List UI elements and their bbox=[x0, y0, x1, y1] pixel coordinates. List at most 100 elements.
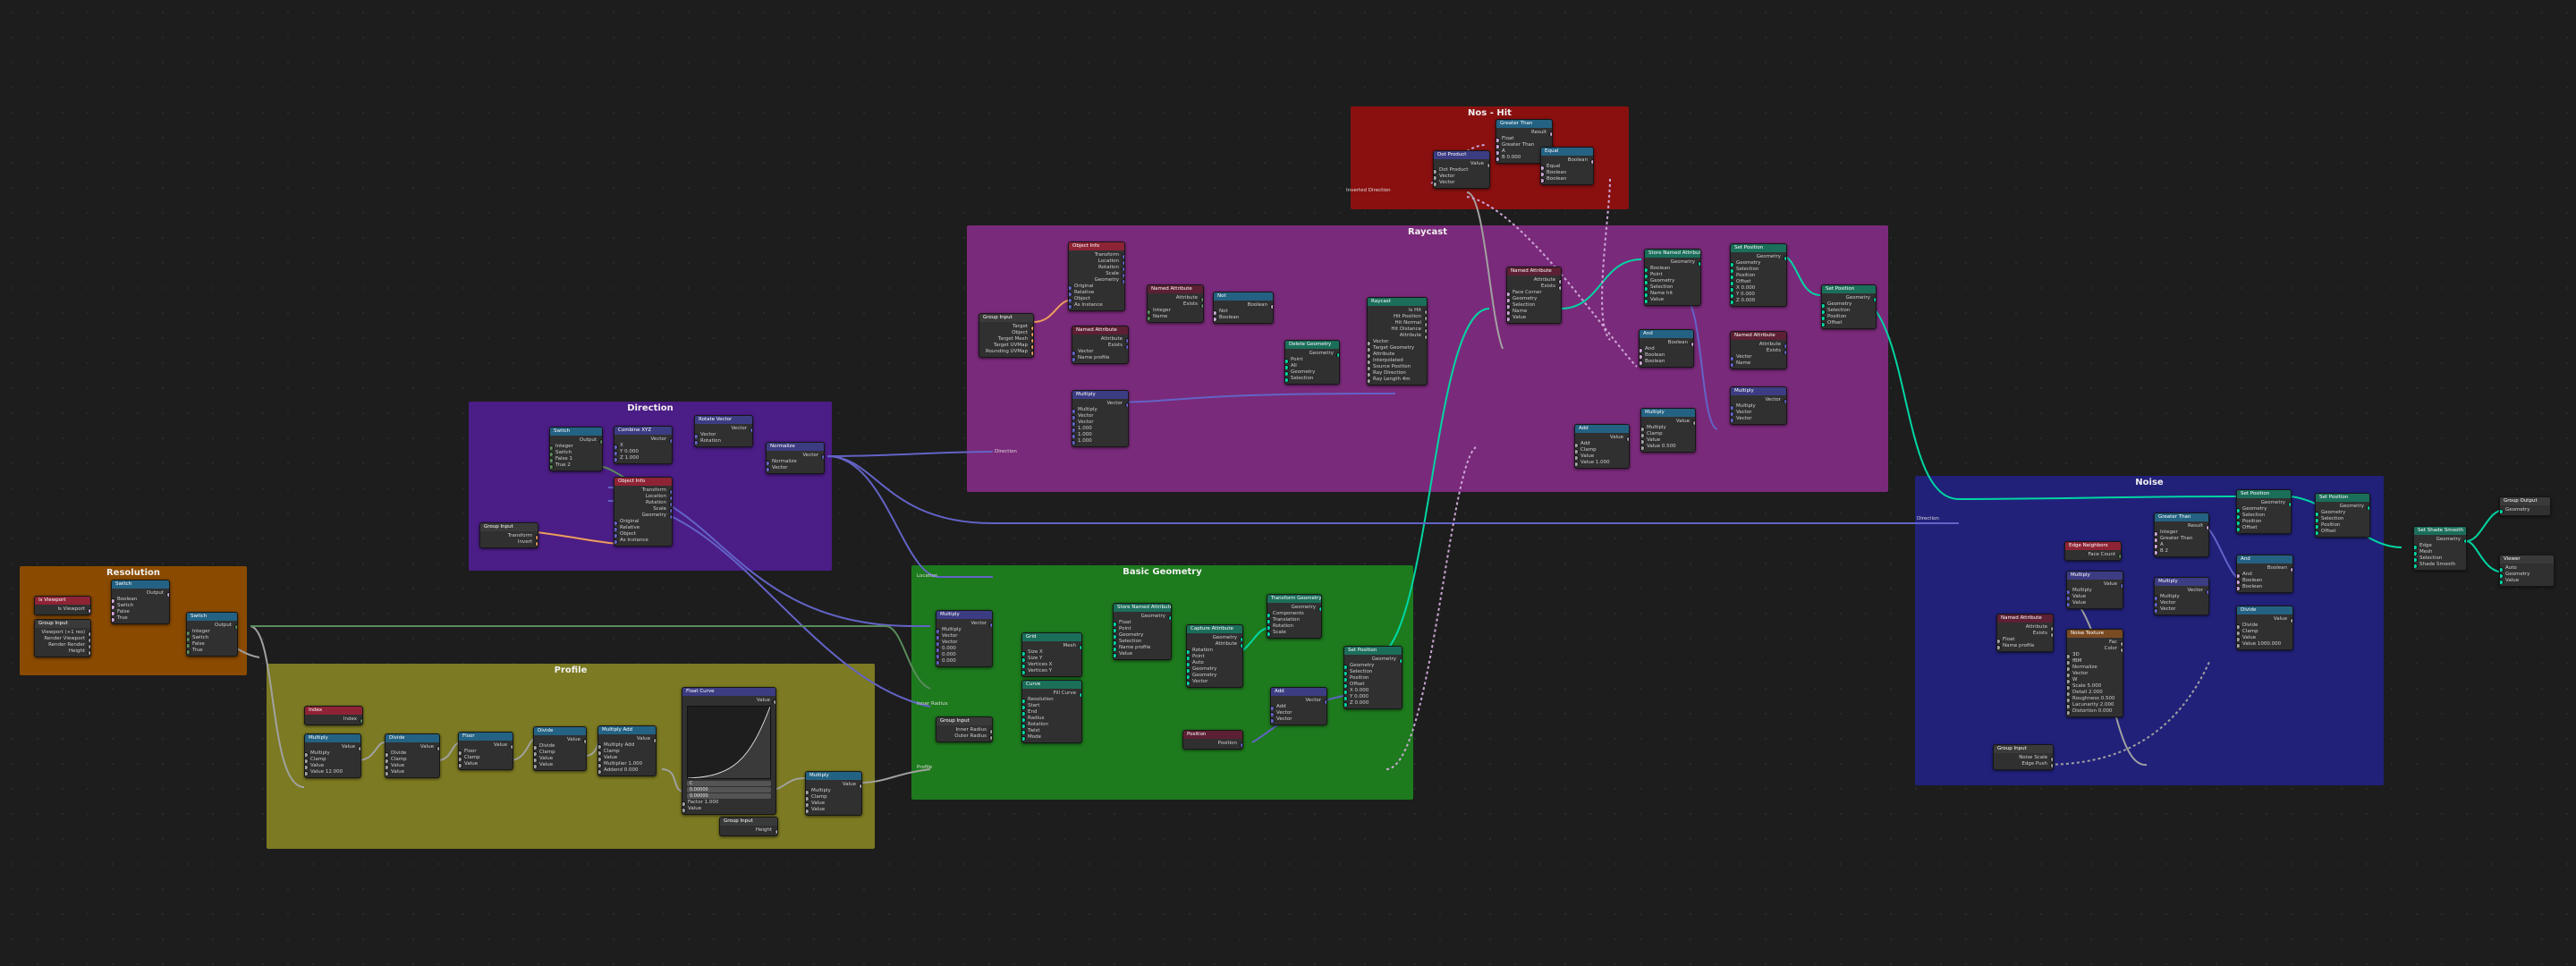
socket-row[interactable]: Geometry bbox=[1731, 260, 1786, 267]
node-header[interactable]: Is Viewport bbox=[35, 597, 90, 605]
socket-icon[interactable] bbox=[187, 648, 191, 654]
socket-icon[interactable] bbox=[550, 463, 554, 469]
socket-row[interactable]: Target Mesh bbox=[979, 336, 1033, 343]
socket-icon[interactable] bbox=[2237, 585, 2241, 590]
socket-row[interactable]: Attribute bbox=[1187, 641, 1242, 648]
socket-row[interactable]: Vector bbox=[1072, 419, 1128, 426]
socket-row[interactable]: Output bbox=[112, 590, 169, 597]
socket-row[interactable]: Geometry bbox=[1507, 296, 1561, 302]
node-header[interactable]: Grid bbox=[1022, 633, 1081, 641]
node-header[interactable]: Divide bbox=[386, 734, 439, 742]
socket-row[interactable]: Vector bbox=[2155, 606, 2208, 613]
socket-row[interactable]: Vector bbox=[936, 621, 992, 627]
socket-icon[interactable] bbox=[2049, 762, 2053, 767]
node-header[interactable]: Multiply bbox=[1731, 387, 1786, 395]
node-header[interactable]: Object Info bbox=[614, 478, 672, 486]
socket-row[interactable]: Multiply bbox=[1731, 403, 1786, 410]
socket-row[interactable]: Output bbox=[187, 623, 237, 629]
node-out-shade-smooth[interactable]: Set Shade Smooth Geometry Edge Mesh Selectio… bbox=[2413, 526, 2467, 571]
socket-icon[interactable] bbox=[2067, 601, 2071, 606]
node-header[interactable]: Multiply bbox=[806, 772, 861, 780]
socket-icon[interactable] bbox=[1114, 652, 1117, 657]
socket-row[interactable]: Switch bbox=[187, 635, 237, 641]
socket-row[interactable]: Float bbox=[1114, 620, 1171, 626]
socket-icon[interactable] bbox=[1069, 303, 1072, 309]
node-rc-and[interactable]: And Boolean And Boolean Boolean bbox=[1639, 329, 1694, 368]
socket-row[interactable]: Fill Curve bbox=[1022, 691, 1081, 697]
socket-row[interactable]: Output bbox=[550, 437, 602, 444]
socket-icon[interactable] bbox=[1496, 156, 1500, 161]
socket-row[interactable]: Value bbox=[1641, 419, 1695, 425]
node-header[interactable]: Multiply bbox=[1641, 409, 1695, 417]
node-nz-group-input[interactable]: Group Input Noise Scale Edge Push bbox=[1993, 744, 2054, 770]
socket-row[interactable]: Scale bbox=[614, 506, 672, 513]
node-header[interactable]: Multiply bbox=[936, 611, 992, 619]
socket-row[interactable]: Geometry bbox=[2500, 572, 2554, 578]
socket-row[interactable]: Clamp bbox=[1641, 431, 1695, 437]
socket-row[interactable]: Multiply bbox=[2067, 588, 2123, 594]
socket-row[interactable]: 0.000 bbox=[936, 652, 992, 658]
socket-row[interactable]: Value bbox=[534, 737, 586, 743]
socket-row[interactable]: Selection bbox=[1731, 267, 1786, 273]
node-bg-group-input[interactable]: Group Input Inner Radius Outer Radius bbox=[936, 716, 993, 742]
node-header[interactable]: Named Attribute bbox=[1072, 326, 1128, 335]
node-rc-store1[interactable]: Store Named Attribute Geometry Boolean Poin… bbox=[1644, 249, 1701, 306]
socket-row[interactable]: Vector bbox=[936, 640, 992, 646]
socket-row[interactable]: Roughness 0.500 bbox=[2067, 696, 2123, 702]
socket-icon[interactable] bbox=[2155, 607, 2158, 613]
socket-row[interactable]: Y 0.000 bbox=[1344, 694, 1402, 700]
socket-row[interactable]: X 0.000 bbox=[1731, 285, 1786, 292]
socket-icon[interactable] bbox=[682, 807, 686, 812]
socket-icon[interactable] bbox=[1645, 298, 1648, 303]
socket-row[interactable]: Transform bbox=[480, 533, 538, 539]
socket-row[interactable]: Vector bbox=[1072, 413, 1128, 419]
socket-icon[interactable] bbox=[1022, 735, 1026, 741]
socket-row[interactable]: End bbox=[1022, 709, 1081, 716]
node-nz-and[interactable]: And Boolean And Boolean Boolean bbox=[2236, 555, 2293, 593]
socket-row[interactable]: False 1 bbox=[550, 456, 602, 462]
socket-row[interactable]: Exists bbox=[1148, 301, 1203, 308]
socket-row[interactable]: Mode bbox=[1022, 734, 1081, 741]
socket-row[interactable]: Exists bbox=[1997, 631, 2053, 637]
socket-row[interactable]: Geometry bbox=[1114, 614, 1171, 620]
socket-row[interactable]: Name profile bbox=[1114, 645, 1171, 651]
socket-row[interactable]: Integer bbox=[1148, 308, 1203, 314]
socket-row[interactable]: Value bbox=[1507, 315, 1561, 321]
socket-row[interactable]: Result bbox=[2155, 523, 2208, 530]
socket-row[interactable]: Value bbox=[1641, 437, 1695, 444]
socket-row[interactable]: Transform bbox=[614, 487, 672, 494]
socket-row[interactable]: Value bbox=[598, 755, 656, 761]
socket-row[interactable]: Scale 5.000 bbox=[2067, 683, 2123, 690]
socket-row[interactable]: Location bbox=[1069, 258, 1124, 265]
socket-row[interactable]: Clamp bbox=[2237, 629, 2292, 635]
node-prof-group-input[interactable]: Group Input Height bbox=[719, 817, 778, 836]
socket-row[interactable]: Position bbox=[1822, 314, 1876, 320]
socket-row[interactable]: Selection bbox=[2316, 516, 2369, 522]
socket-icon[interactable] bbox=[1541, 177, 1545, 182]
socket-row[interactable]: Color bbox=[2067, 646, 2123, 652]
socket-row[interactable]: Z 1.000 bbox=[614, 455, 672, 462]
node-bg-set-position[interactable]: Set Position Geometry Geometry Selection Pos… bbox=[1343, 646, 1402, 709]
socket-row[interactable]: Value bbox=[1434, 161, 1489, 167]
socket-row[interactable]: Clamp bbox=[806, 794, 861, 801]
socket-row[interactable]: Multiply bbox=[1072, 407, 1128, 413]
socket-row[interactable]: Fac bbox=[2067, 640, 2123, 646]
socket-row[interactable]: Multiply bbox=[2155, 594, 2208, 600]
socket-row[interactable]: Vector bbox=[936, 633, 992, 640]
socket-row[interactable]: Dot Product bbox=[1434, 167, 1489, 174]
socket-row[interactable]: Value bbox=[2237, 616, 2292, 623]
socket-row[interactable]: Geometry bbox=[1187, 666, 1242, 673]
socket-row[interactable]: Vector bbox=[1072, 401, 1128, 407]
socket-row[interactable]: Float bbox=[1496, 136, 1552, 142]
socket-row[interactable]: Auto bbox=[2500, 565, 2554, 572]
socket-row[interactable]: Value bbox=[1645, 297, 1700, 303]
node-nz-multiply[interactable]: Multiply Value Multiply Value Value bbox=[2066, 571, 2123, 609]
socket-row[interactable]: Interpolated bbox=[1368, 358, 1427, 364]
socket-row[interactable]: Vector bbox=[695, 432, 752, 438]
node-res-group-input[interactable]: Group Input Viewport (+1 res) Render Viewp… bbox=[34, 619, 91, 657]
node-header[interactable]: Named Attribute bbox=[1997, 614, 2053, 623]
socket-icon[interactable] bbox=[614, 538, 618, 544]
node-prof-divide1[interactable]: Divide Value Divide Clamp Value Value bbox=[385, 733, 440, 778]
socket-row[interactable]: Relative bbox=[614, 525, 672, 531]
socket-icon[interactable] bbox=[2117, 553, 2121, 558]
